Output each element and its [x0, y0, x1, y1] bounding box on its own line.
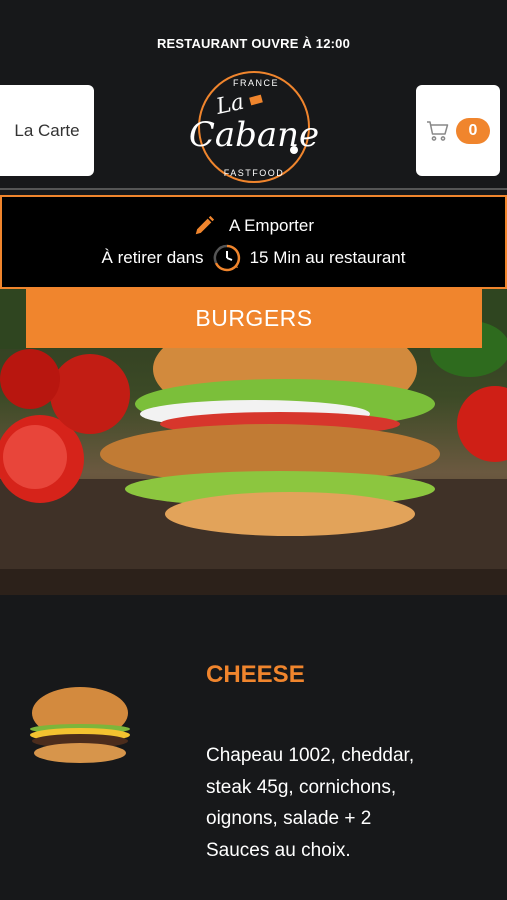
cart-count-badge: 0 [456, 117, 490, 144]
product-card[interactable]: CHEESE Chapeau 1002, cheddar, steak 45g,… [0, 595, 507, 900]
cart-button[interactable]: 0 [416, 85, 500, 176]
order-mode: A Emporter [228, 216, 315, 235]
pickup-prefix: À retirer dans [101, 248, 204, 267]
category-title[interactable]: BURGERS [26, 289, 482, 348]
product-image [30, 687, 130, 763]
pencil-icon [195, 215, 215, 235]
header: RESTAURANT OUVRE À 12:00 La Carte FRANCE… [0, 0, 507, 190]
product-name: CHEESE [206, 661, 305, 688]
restaurant-logo[interactable]: FRANCE FASTFOOD La Cabane [186, 68, 322, 186]
header-divider [0, 188, 507, 190]
pickup-suffix: 15 Min au restaurant [249, 248, 406, 267]
menu-button[interactable]: La Carte [0, 85, 94, 176]
product-description: Chapeau 1002, cheddar, steak 45g, cornic… [206, 745, 415, 861]
logo-top-text: FRANCE [233, 78, 279, 88]
clock-icon [213, 244, 240, 272]
logo-name: Cabane [189, 115, 319, 155]
logo-bottom-text: FASTFOOD [224, 168, 285, 178]
cart-icon [427, 120, 449, 141]
opening-status: RESTAURANT OUVRE À 12:00 [156, 36, 351, 51]
order-info-panel[interactable]: A Emporter À retirer dans 15 Min au rest… [0, 195, 507, 289]
